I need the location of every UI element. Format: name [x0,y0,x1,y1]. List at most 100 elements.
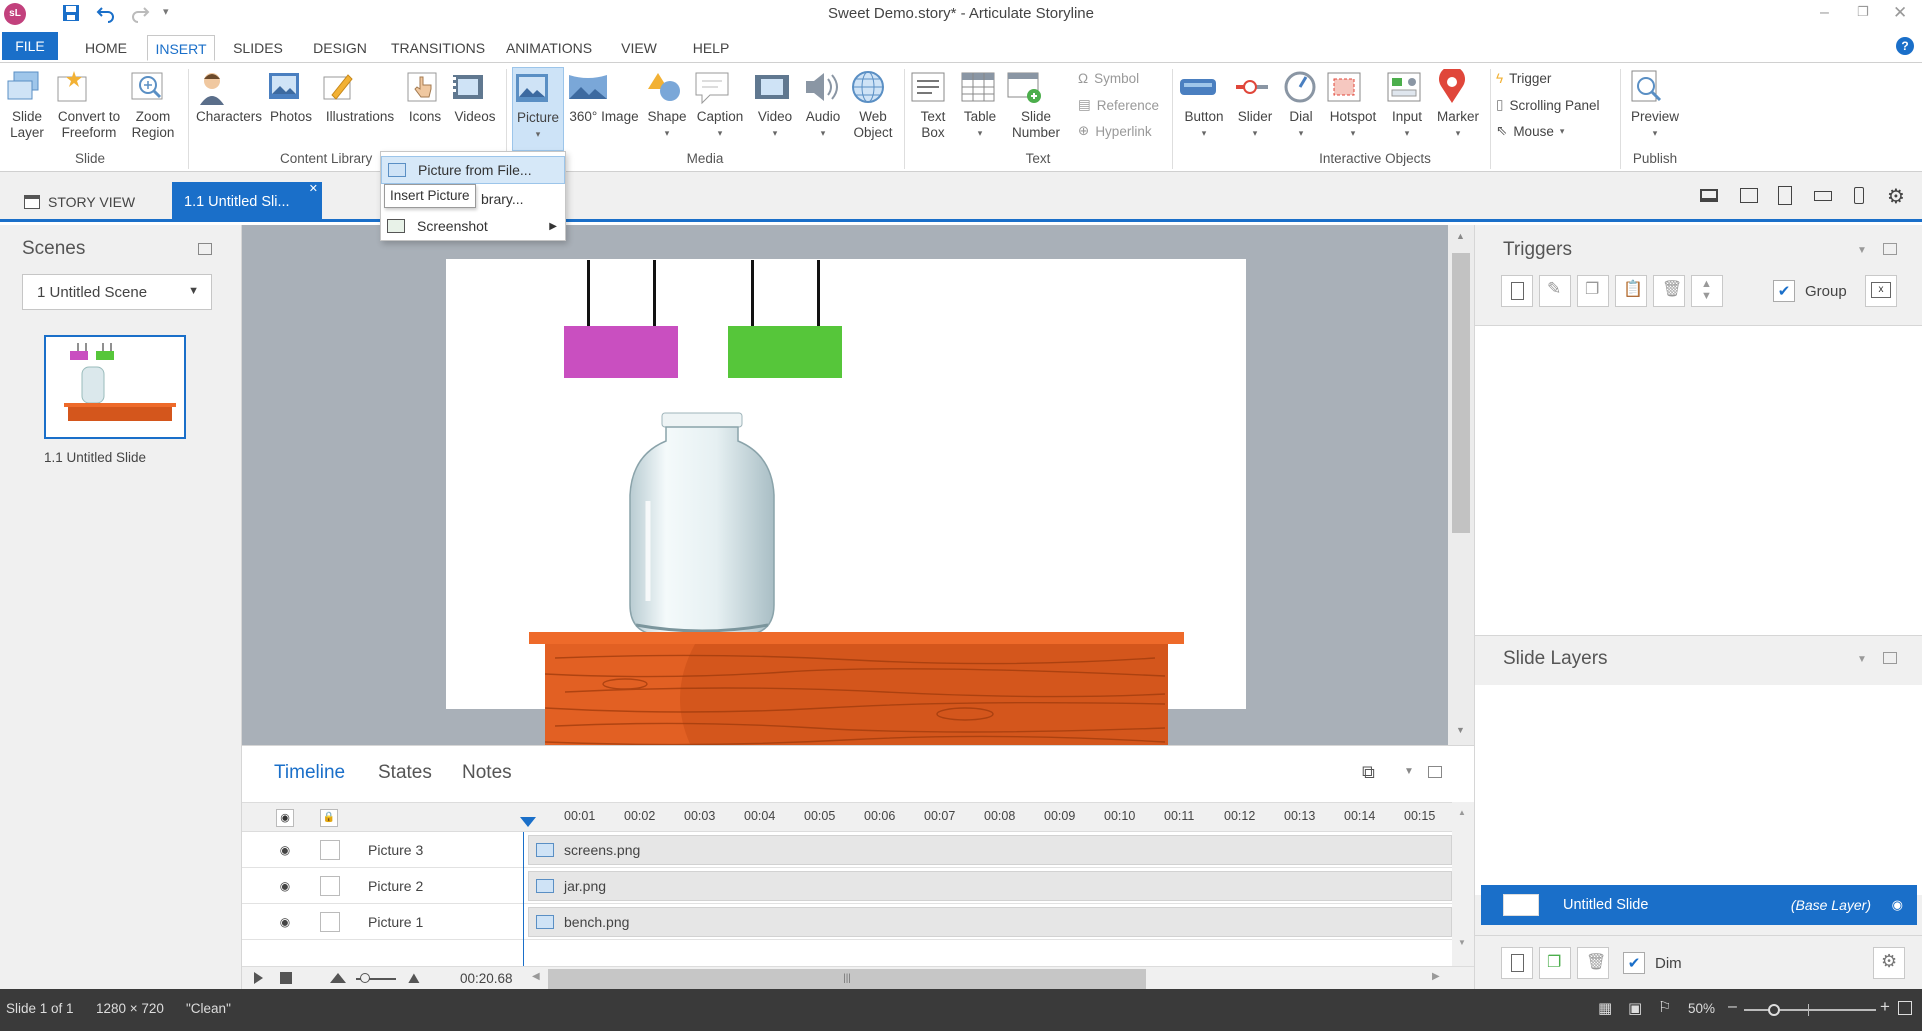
timeline-zoom-thumb[interactable] [360,973,370,983]
trigger-button[interactable]: ϟ Trigger [1496,71,1551,86]
slide-thumbnail[interactable] [44,335,186,439]
input-button[interactable]: Input ▾ [1384,69,1430,141]
characters-button[interactable]: Characters [194,69,264,125]
triggers-collapse-caret[interactable]: ▼ [1857,245,1867,256]
timeline-undock-icon[interactable] [1428,766,1442,778]
layers-undock-icon[interactable] [1883,652,1897,664]
tab-slides[interactable]: SLIDES [228,35,288,61]
timeline-vertical-scrollbar[interactable]: ▲ ▼ [1452,802,1474,966]
screenshot-item[interactable]: Screenshot ▶ [381,212,565,240]
layer-properties-button[interactable]: ⚙ [1873,947,1905,979]
timeline-row[interactable]: ◉ Picture 1 bench.png [242,904,1452,940]
convert-to-freeform-button[interactable]: Convert to Freeform [52,69,126,141]
illustrations-button[interactable]: Illustrations [320,69,400,125]
zoom-region-button[interactable]: Zoom Region [128,69,178,141]
hotspot-button[interactable]: Hotspot ▾ [1324,69,1382,141]
tab-states[interactable]: States [378,762,432,784]
lock-checkbox[interactable] [320,876,340,896]
timeline-object-bar[interactable] [528,907,1452,937]
eye-icon[interactable]: ◉ [276,877,294,895]
button-dropdown-caret[interactable]: ▾ [1178,125,1230,141]
mouse-button[interactable]: ⇖ Mouse ▾ [1496,123,1564,139]
dial-button[interactable]: Dial ▾ [1280,69,1322,141]
magenta-screen[interactable] [564,326,678,378]
timeline-object-bar[interactable] [528,871,1452,901]
dim-checkbox[interactable]: ✔ Dim [1623,952,1682,974]
shape-button[interactable]: Shape ▾ [644,69,690,141]
lock-all-icon[interactable]: 🔒 [320,809,338,827]
scrolling-panel-button[interactable]: ▯ Scrolling Panel [1496,97,1600,113]
slide-number-button[interactable]: Slide Number [1004,69,1068,141]
hotspot-dropdown-caret[interactable]: ▾ [1324,125,1382,141]
videos-button[interactable]: Videos [450,69,500,125]
icons-button[interactable]: Icons [404,69,446,125]
preview-dropdown-caret[interactable]: ▾ [1626,125,1684,141]
zoom-slider[interactable] [1744,1009,1876,1011]
new-trigger-button[interactable] [1501,275,1533,307]
photos-button[interactable]: Photos [266,69,316,125]
scroll-down-arrow[interactable]: ▼ [1458,938,1466,947]
table-dropdown-caret[interactable]: ▾ [958,125,1002,141]
timeline-horizontal-thumb[interactable]: ||| [548,969,1146,989]
slide-layer-button[interactable]: Slide Layer [4,69,50,141]
tab-slide-1-1[interactable]: 1.1 Untitled Sli... ✕ [172,182,322,222]
timeline-object-name[interactable]: Picture 1 [368,914,423,930]
tab-insert[interactable]: INSERT [147,35,215,61]
caption-dropdown-caret[interactable]: ▾ [692,125,748,141]
delete-layer-button[interactable]: 🗑 [1577,947,1609,979]
portrait-view-icon[interactable] [1778,186,1792,205]
slide-sorter-icon[interactable]: ▣ [1628,999,1642,1017]
video-button[interactable]: Video ▾ [752,69,798,141]
zoom-in-icon[interactable]: + [1880,997,1890,1017]
video-dropdown-caret[interactable]: ▾ [752,125,798,141]
tab-notes[interactable]: Notes [462,762,512,784]
collapse-caret-icon[interactable]: ▼ [1404,766,1414,777]
tab-transitions[interactable]: TRANSITIONS [388,35,488,61]
tablet-landscape-icon[interactable] [1814,191,1832,201]
text-box-button[interactable]: Text Box [908,69,958,141]
tab-timeline[interactable]: Timeline [274,762,345,784]
eye-icon[interactable]: ◉ [276,913,294,931]
scene-selector[interactable]: 1 Untitled Scene ▼ [22,274,212,310]
audio-dropdown-caret[interactable]: ▾ [800,125,846,141]
audio-button[interactable]: Audio ▾ [800,69,846,141]
triggers-undock-icon[interactable] [1883,243,1897,255]
group-checkbox[interactable]: ✔ Group [1773,280,1847,302]
close-icon[interactable]: ✕ [1893,3,1907,23]
tab-animations[interactable]: ANIMATIONS [500,35,598,61]
edit-trigger-button[interactable]: ✎ [1539,275,1571,307]
lock-checkbox[interactable] [320,912,340,932]
picture-from-file-item[interactable]: Picture from File... [381,156,565,184]
base-layer-row[interactable]: Untitled Slide (Base Layer) ◉ [1481,885,1917,925]
360-image-button[interactable]: 360° Image [566,69,642,125]
duplicate-layer-button[interactable]: ❐ [1539,947,1571,979]
desktop-view-icon[interactable] [1700,189,1718,202]
timeline-object-bar[interactable] [528,835,1452,865]
slider-dropdown-caret[interactable]: ▾ [1232,125,1278,141]
tab-file[interactable]: FILE [2,32,58,60]
playhead-marker[interactable] [520,817,536,827]
button-button[interactable]: Button ▾ [1178,69,1230,141]
copy-trigger-button[interactable]: ❐ [1577,275,1609,307]
minimize-icon[interactable]: – [1820,4,1829,22]
timeline-options-icon[interactable]: ⧉ [1362,762,1375,783]
canvas-vertical-scrollbar[interactable]: ▲ ▼ [1448,225,1474,745]
canvas-scroll-thumb[interactable] [1452,253,1470,533]
gear-icon[interactable]: ⚙ [1887,184,1905,209]
phone-portrait-icon[interactable] [1854,187,1864,204]
bench-top[interactable] [529,632,1184,644]
play-icon[interactable] [254,972,263,984]
picture-dropdown-caret[interactable]: ▾ [513,126,563,142]
marker-dropdown-caret[interactable]: ▾ [1432,125,1484,141]
web-object-button[interactable]: Web Object [848,69,898,141]
normal-view-icon[interactable]: ▦ [1598,999,1612,1017]
landscape-view-icon[interactable] [1740,188,1758,203]
zoom-out-icon[interactable]: – [1728,998,1737,1016]
eye-icon[interactable]: ◉ [1892,897,1903,913]
group-check-box[interactable]: ✔ [1773,280,1795,302]
reorder-trigger-button[interactable]: ▲ ▼ [1691,275,1723,307]
tab-home[interactable]: HOME [76,35,136,61]
new-layer-button[interactable] [1501,947,1533,979]
timeline-object-name[interactable]: Picture 3 [368,842,423,858]
tab-story-view[interactable]: STORY VIEW [24,182,174,222]
